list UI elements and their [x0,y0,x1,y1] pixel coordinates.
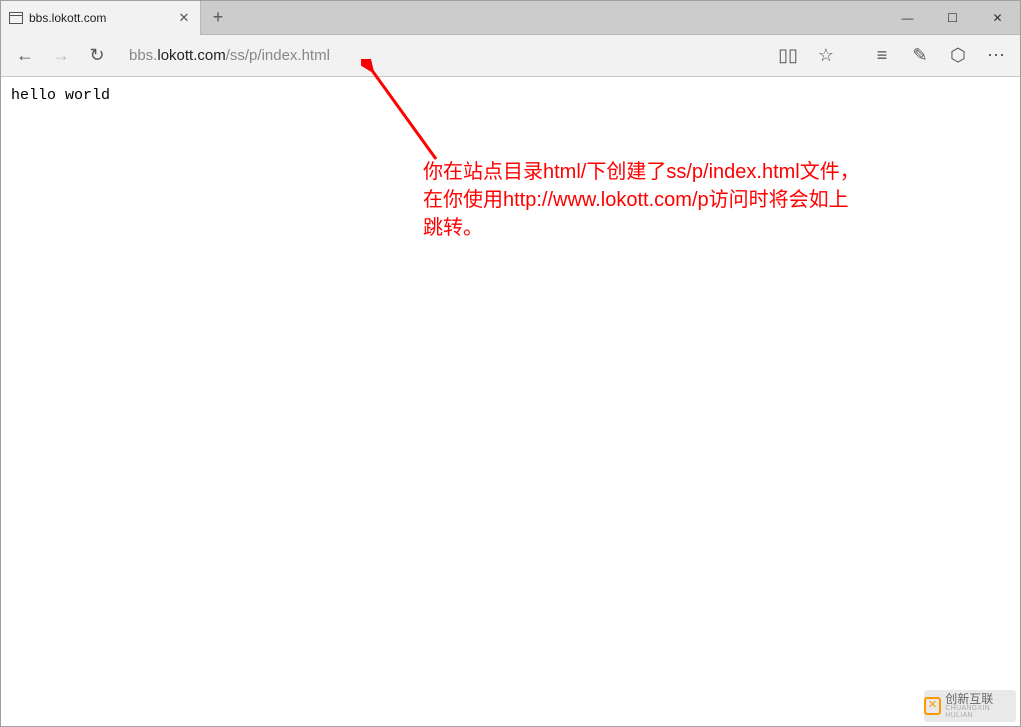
url-path: /ss/p/index.html [226,47,330,64]
url-subdomain: bbs. [129,47,157,64]
body-text: hello world [11,87,110,104]
tab-title: bbs.lokott.com [29,11,176,25]
watermark-cn: 创新互联 [945,693,1016,705]
reading-view-icon[interactable]: ▯▯ [770,38,806,74]
refresh-button[interactable]: ↻ [79,38,115,74]
annotation-text: 你在站点目录html/下创建了ss/p/index.html文件，在你使用htt… [423,158,865,242]
favorite-icon[interactable]: ☆ [808,38,844,74]
page-content: hello world [1,77,1020,114]
window-controls: — ☐ ✕ [885,1,1020,34]
toolbar-right: ▯▯ ☆ ≡ ✎ ⬡ ⋯ [770,38,1014,74]
browser-tab[interactable]: bbs.lokott.com ✕ [1,1,201,35]
titlebar: bbs.lokott.com ✕ + — ☐ ✕ [1,1,1020,35]
minimize-button[interactable]: — [885,1,930,35]
close-tab-icon[interactable]: ✕ [176,10,192,26]
more-icon[interactable]: ⋯ [978,38,1014,74]
watermark: 创新互联 CHUANGXIN HULIAN [924,690,1016,722]
page-icon [9,12,23,24]
toolbar: ← → ↻ bbs.lokott.com/ss/p/index.html ▯▯ … [1,35,1020,77]
close-window-button[interactable]: ✕ [975,1,1020,35]
back-button[interactable]: ← [7,38,43,74]
forward-button[interactable]: → [43,38,79,74]
titlebar-drag-area [235,1,885,34]
hub-icon[interactable]: ≡ [864,38,900,74]
new-tab-button[interactable]: + [201,1,235,34]
notes-icon[interactable]: ✎ [902,38,938,74]
url-domain: lokott.com [157,47,225,64]
address-bar[interactable]: bbs.lokott.com/ss/p/index.html [125,41,760,71]
share-icon[interactable]: ⬡ [940,38,976,74]
maximize-button[interactable]: ☐ [930,1,975,35]
watermark-logo-icon [924,697,941,715]
watermark-en: CHUANGXIN HULIAN [945,705,1016,719]
